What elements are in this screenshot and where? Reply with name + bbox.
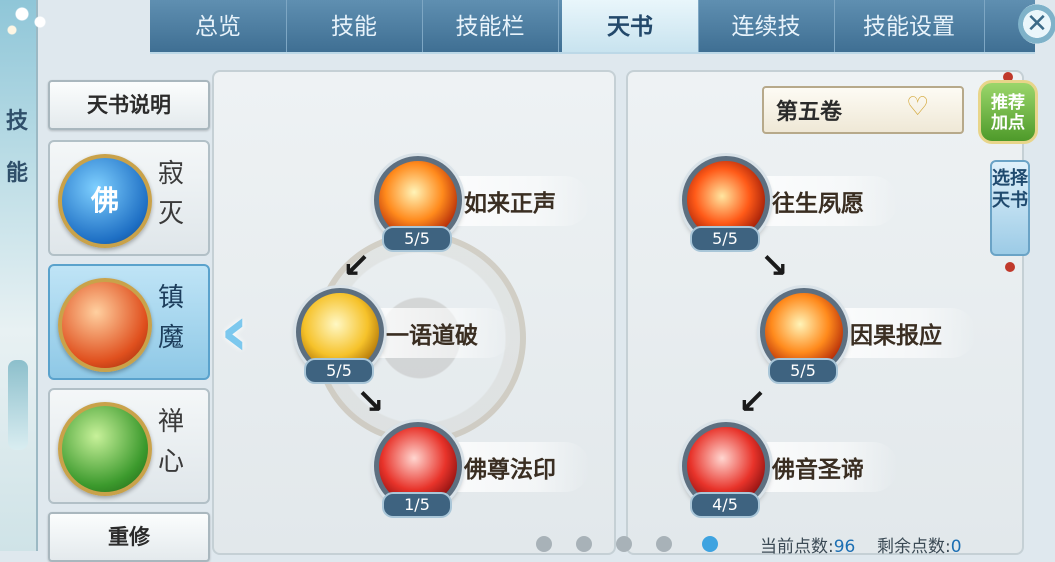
skill-name: 一语道破 — [386, 323, 478, 349]
skill-node[interactable]: 佛尊法印 1/5 — [374, 422, 594, 518]
red-bead-decoration — [1005, 262, 1015, 272]
choose-line-2: 天书 — [992, 190, 1028, 211]
page-dot[interactable] — [616, 536, 632, 552]
skill-level: 5/5 — [768, 358, 838, 384]
hanging-lantern-decoration — [8, 360, 28, 450]
book-item-zhenmo[interactable]: 镇 魔 — [48, 264, 210, 380]
skill-name: 佛音圣谛 — [772, 457, 864, 483]
remaining-points-label: 剩余点数: — [877, 537, 951, 557]
recommend-line-1: 推荐 — [991, 93, 1025, 113]
skill-name: 因果报应 — [850, 323, 942, 349]
buddha-orb-icon: 佛 — [58, 154, 152, 248]
tab-overview[interactable]: 总览 — [150, 0, 287, 52]
book-name-char-2: 灭 — [157, 199, 184, 229]
book-list-panel: 天书说明 佛 寂 灭 镇 魔 禅 心 重修 — [40, 70, 212, 562]
skill-node[interactable]: 一语道破 5/5 — [296, 288, 516, 384]
leaf-hand-orb-icon — [58, 402, 152, 496]
book-name-char-2: 心 — [157, 447, 184, 477]
book-name-char-2: 魔 — [157, 323, 184, 353]
plum-blossom-decoration — [2, 0, 62, 40]
current-points-label: 当前点数: — [760, 537, 834, 557]
skill-name: 佛尊法印 — [464, 457, 556, 483]
close-icon[interactable]: ✕ — [1018, 4, 1055, 44]
recommend-points-button[interactable]: 推荐 加点 — [978, 80, 1038, 144]
vertical-char-1: 技 — [5, 109, 28, 134]
skill-node[interactable]: 因果报应 5/5 — [760, 288, 980, 384]
current-points-value: 96 — [833, 537, 856, 557]
page-dot[interactable] — [536, 536, 552, 552]
top-tab-bar: 总览 技能 技能栏 天书 连续技 技能设置 — [150, 0, 1035, 54]
skill-node[interactable]: 佛音圣谛 4/5 — [682, 422, 902, 518]
skill-node[interactable]: 往生夙愿 5/5 — [682, 156, 902, 252]
choose-line-1: 选择 — [992, 168, 1028, 189]
book-info-button[interactable]: 天书说明 — [48, 80, 210, 130]
book-item-chanxin[interactable]: 禅 心 — [48, 388, 210, 504]
vertical-char-2: 能 — [5, 161, 28, 186]
book-name-char-1: 禅 — [157, 407, 184, 437]
tab-combo[interactable]: 连续技 — [698, 0, 835, 52]
lotus-flame-orb-icon — [58, 278, 152, 372]
page-dot-active[interactable] — [702, 536, 718, 552]
volume-dropdown[interactable]: 第五卷 ♡ — [762, 86, 964, 134]
book-name-char-1: 镇 — [157, 283, 184, 313]
arrow-down-right-icon: ↘ — [356, 382, 385, 422]
book-name-char-1: 寂 — [157, 159, 184, 189]
arrow-down-right-icon: ↘ — [760, 246, 789, 286]
skill-level: 5/5 — [304, 358, 374, 384]
skills-vertical-label: 技 能 — [4, 96, 30, 200]
page-dot[interactable] — [656, 536, 672, 552]
book-name: 镇 魔 — [154, 278, 188, 358]
page-dot[interactable] — [576, 536, 592, 552]
skill-level: 4/5 — [690, 492, 760, 518]
tab-heavenly-book[interactable]: 天书 — [562, 0, 699, 52]
skill-name: 如来正声 — [464, 191, 556, 217]
lotus-chevron-down-icon: ♡ — [906, 92, 930, 122]
remaining-points-value: 0 — [950, 537, 962, 557]
arrow-down-left-icon: ↙ — [738, 382, 767, 422]
skill-level: 5/5 — [382, 226, 452, 252]
arrow-down-left-icon: ↙ — [342, 246, 371, 286]
chevron-left-icon[interactable]: ‹ — [220, 286, 260, 376]
skill-level: 5/5 — [690, 226, 760, 252]
side-decoration: 技 能 — [0, 0, 62, 551]
skill-level: 1/5 — [382, 492, 452, 518]
skill-name: 往生夙愿 — [772, 191, 864, 217]
tab-skills[interactable]: 技能 — [286, 0, 423, 52]
choose-book-button[interactable]: 选择 天书 — [990, 160, 1030, 256]
book-name: 禅 心 — [154, 402, 188, 482]
points-summary: 当前点数:96 剩余点数:0 — [760, 532, 962, 557]
tab-skill-bar[interactable]: 技能栏 — [422, 0, 559, 52]
skill-node[interactable]: 如来正声 5/5 — [374, 156, 594, 252]
volume-selected-label: 第五卷 — [776, 100, 843, 125]
recommend-line-2: 加点 — [991, 113, 1025, 133]
book-name: 寂 灭 — [154, 154, 188, 234]
reset-button[interactable]: 重修 — [48, 512, 210, 562]
tab-skill-settings[interactable]: 技能设置 — [834, 0, 985, 52]
book-item-jimie[interactable]: 佛 寂 灭 — [48, 140, 210, 256]
